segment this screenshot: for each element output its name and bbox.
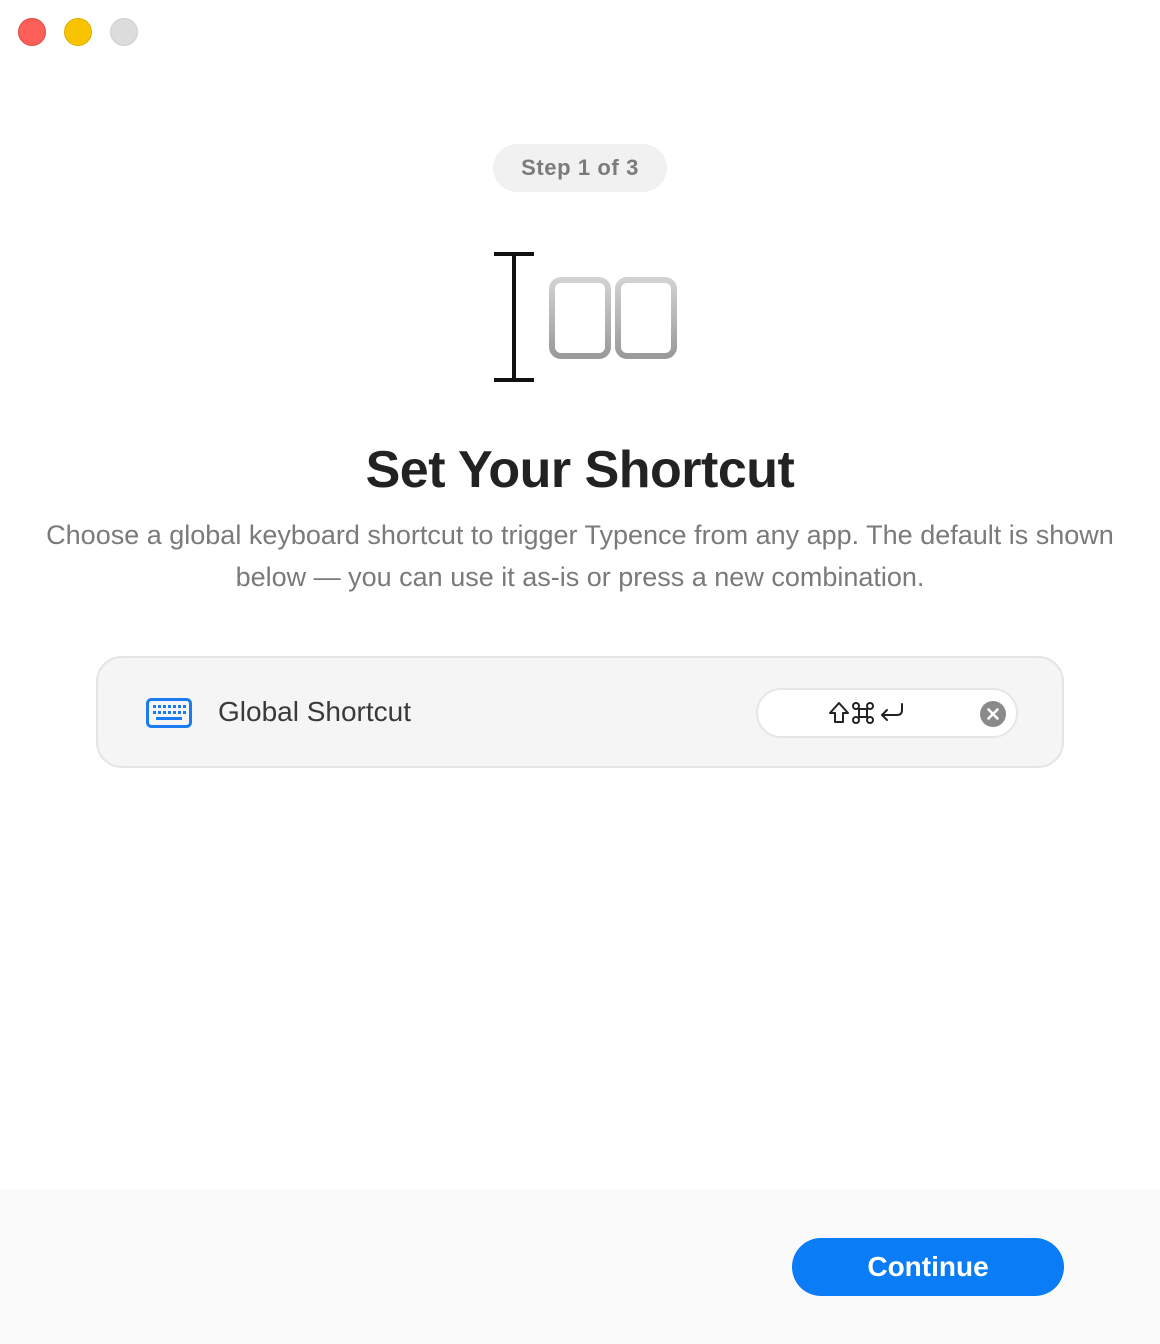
continue-button[interactable]: Continue: [792, 1238, 1064, 1296]
text-cursor-with-key-caps-icon: [494, 252, 677, 382]
window-controls: [18, 18, 138, 46]
zoom-window-button[interactable]: [110, 18, 138, 46]
close-window-button[interactable]: [18, 18, 46, 46]
footer-bar: Continue: [0, 1190, 1160, 1344]
clear-x-icon: [987, 708, 999, 720]
page-title: Set Your Shortcut: [365, 441, 795, 499]
shortcut-setting-card: Global Shortcut ⇧⌘↩: [96, 656, 1064, 768]
keyboard-icon: [146, 698, 192, 728]
step-indicator: Step 1 of 3: [493, 144, 667, 192]
shortcut-label: Global Shortcut: [218, 696, 411, 727]
clear-shortcut-button[interactable]: [980, 701, 1006, 727]
shortcut-recorder-field[interactable]: ⇧⌘↩: [756, 688, 1018, 738]
shortcut-value: ⇧⌘↩: [829, 702, 903, 724]
minimize-window-button[interactable]: [64, 18, 92, 46]
page-description: Choose a global keyboard shortcut to tri…: [46, 520, 1114, 592]
onboarding-window: Step 1 of 3 Set Your Shortcut Choose a g…: [0, 0, 1160, 1344]
